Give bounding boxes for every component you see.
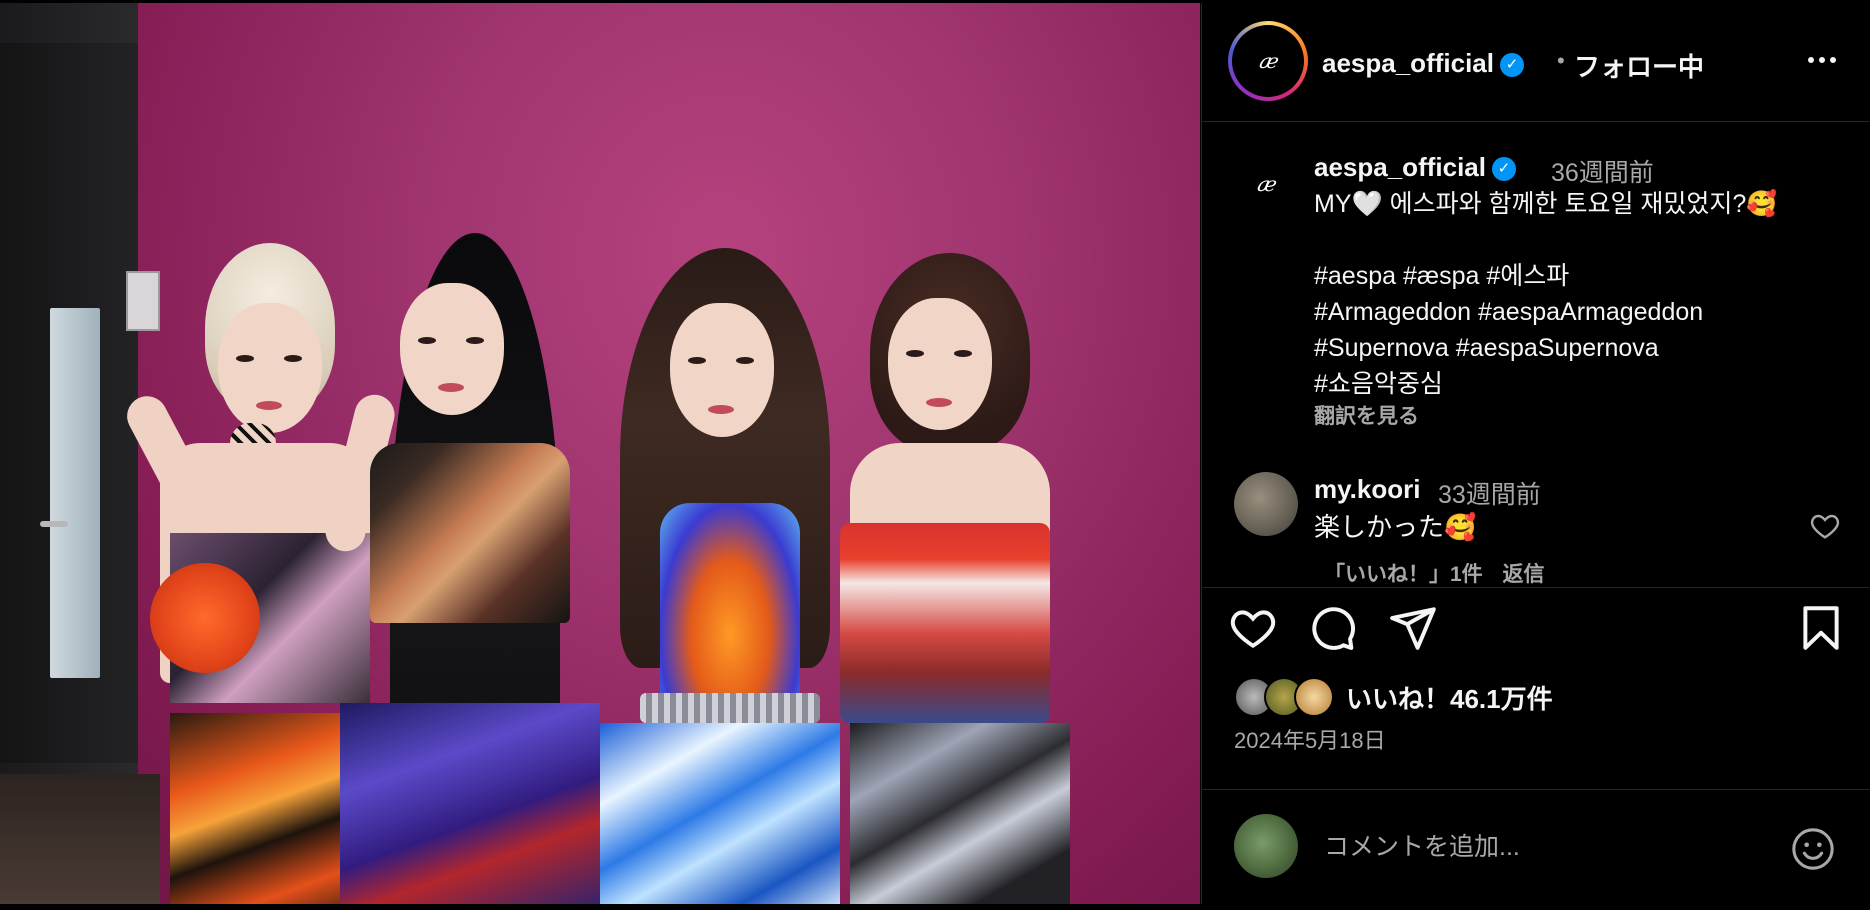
comment-meta: 「いいね！」1件 返信 (1324, 558, 1545, 587)
commenter-avatar[interactable] (1234, 472, 1298, 536)
caption-text: MY🤍 에스파와 함께한 토요일 재밌었지?🥰 #aespa #æspa #에스… (1314, 190, 1778, 398)
comment-like-heart-icon[interactable] (1809, 510, 1841, 542)
reply-link[interactable]: 返信 (1503, 563, 1545, 586)
like-heart-icon[interactable] (1228, 603, 1278, 653)
comment-timestamp[interactable]: 33週間前 (1438, 475, 1541, 511)
see-translation-link[interactable]: 翻訳を見る (1314, 400, 1419, 430)
member-3 (600, 248, 850, 904)
likes-count[interactable]: いいね！46.1万件 (1346, 679, 1553, 716)
comment-text: 楽しかった🥰 (1314, 512, 1477, 542)
instagram-post-viewer: æ aespa_official ✓ • フォロー中 æ aespa_offici… (0, 0, 1870, 910)
aespa-logo: æ (1257, 49, 1279, 73)
aespa-logo: æ (1255, 172, 1277, 196)
emoji-smiley-icon[interactable] (1790, 826, 1836, 872)
comment-input[interactable] (1322, 826, 1746, 868)
verified-badge-icon: ✓ (1491, 157, 1516, 182)
caption-timestamp[interactable]: 36週間前 (1551, 153, 1654, 189)
profile-avatar[interactable]: æ (1228, 21, 1308, 101)
header-username[interactable]: aespa_official ✓ (1322, 48, 1524, 79)
caption-username[interactable]: aespa_official ✓ (1314, 152, 1516, 183)
comment-username[interactable]: my.koori (1314, 474, 1420, 505)
comment-bubble-icon[interactable] (1308, 603, 1358, 653)
following-button[interactable]: フォロー中 (1574, 47, 1704, 84)
share-paper-plane-icon[interactable] (1388, 603, 1438, 653)
comments-section[interactable]: æ aespa_official ✓ 36週間前 MY🤍 에스파와 함께한 토요일… (1202, 122, 1870, 588)
post-sidebar: æ aespa_official ✓ • フォロー中 æ aespa_offici… (1201, 3, 1870, 904)
post-image[interactable] (0, 3, 1200, 904)
verified-badge-icon: ✓ (1499, 53, 1524, 78)
likes-summary[interactable]: いいね！46.1万件 (1234, 677, 1553, 717)
post-date[interactable]: 2024年5月18日 (1234, 723, 1386, 755)
post-actions (1202, 603, 1870, 663)
member-2 (321, 233, 640, 904)
add-comment-bar (1202, 789, 1870, 903)
save-bookmark-icon[interactable] (1796, 603, 1846, 653)
caption-avatar[interactable]: æ (1234, 152, 1298, 216)
comment-likes-count[interactable]: 「いいね！」1件 (1324, 563, 1483, 586)
post-header: æ aespa_official ✓ • フォロー中 (1202, 3, 1870, 122)
member-4 (830, 253, 1100, 904)
background-floor (0, 774, 160, 904)
background-door (0, 43, 141, 763)
liker-avatar (1294, 677, 1334, 717)
separator-dot: • (1557, 48, 1565, 73)
current-user-avatar (1234, 814, 1298, 878)
more-options-icon[interactable] (1802, 48, 1842, 72)
